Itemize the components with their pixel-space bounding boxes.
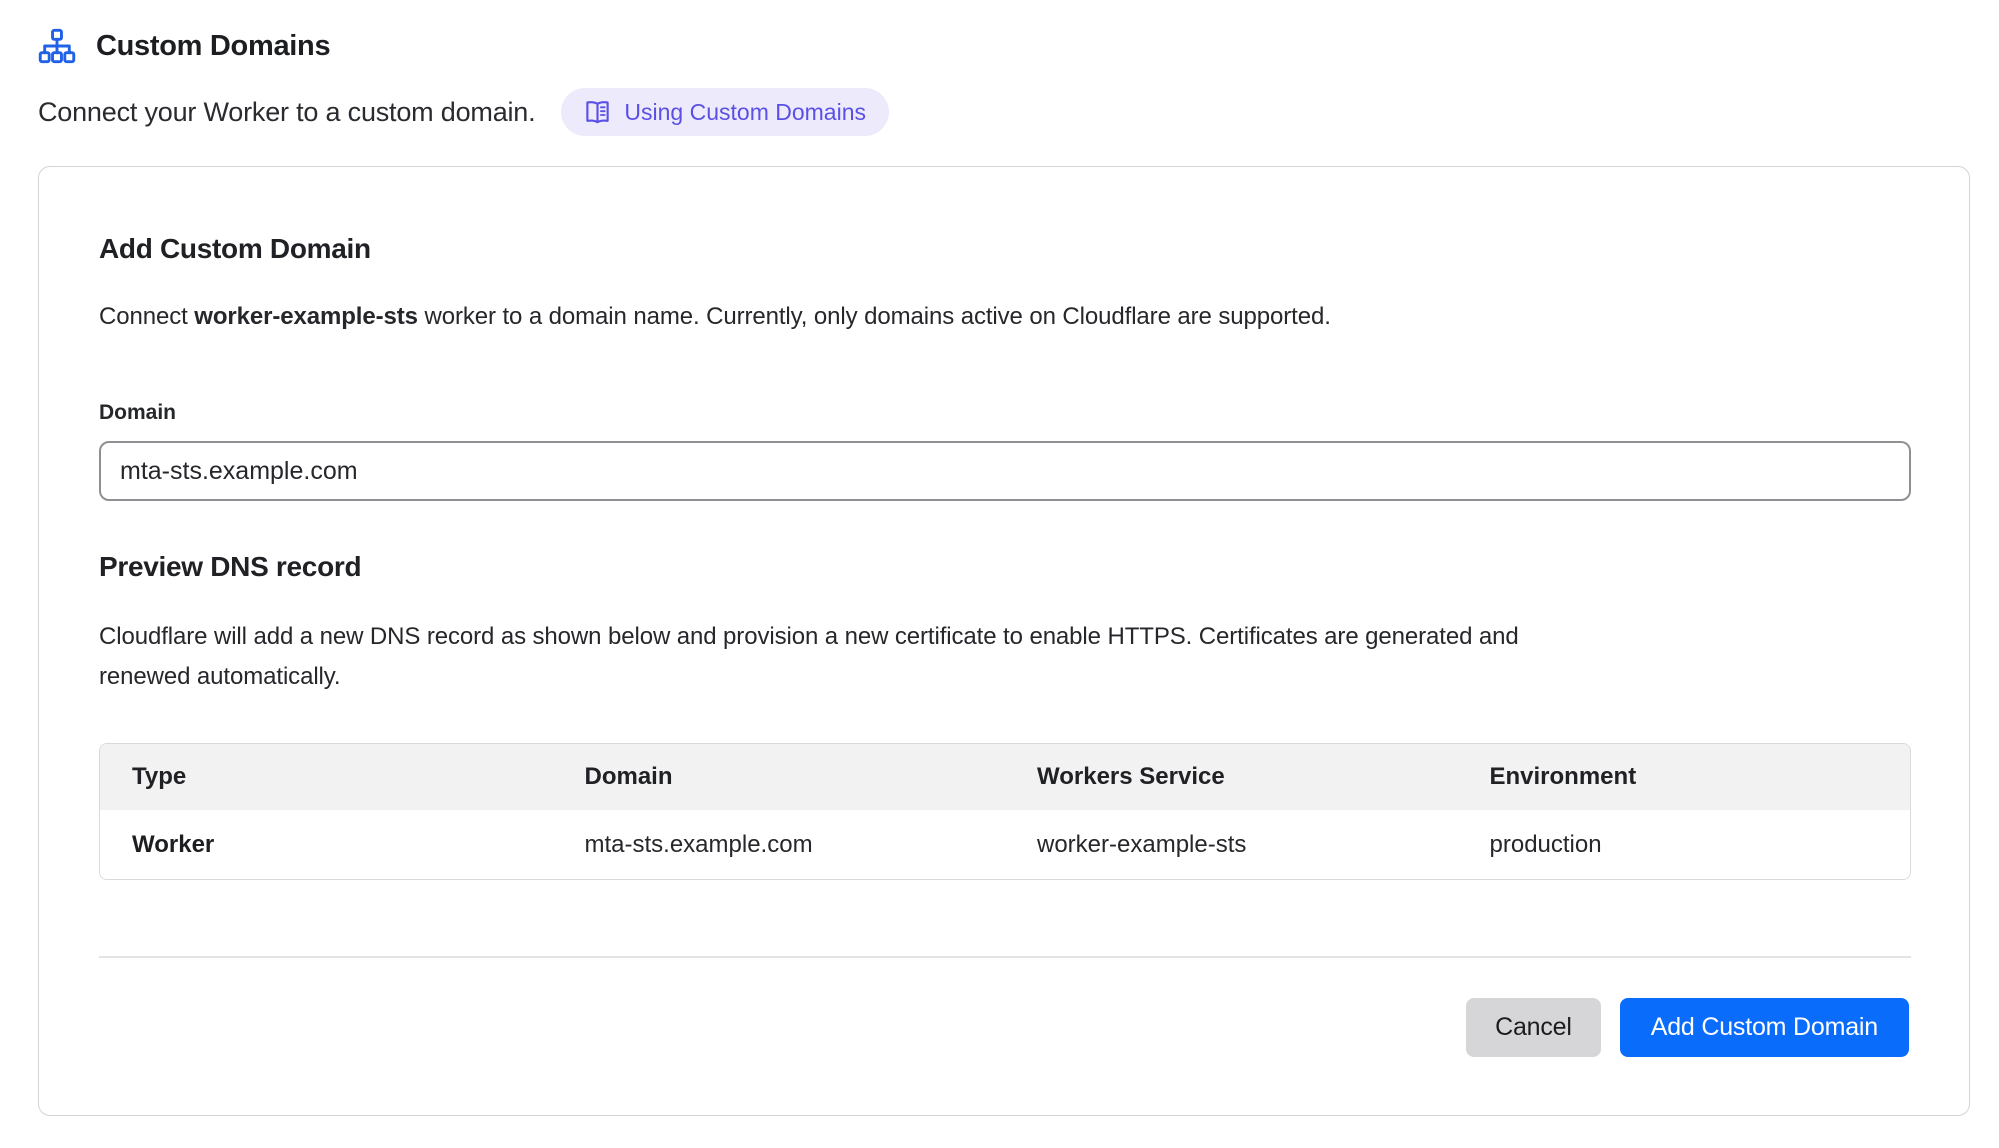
custom-domains-page: Custom Domains Connect your Worker to a … <box>0 0 1999 1116</box>
worker-name: worker-example-sts <box>194 303 418 330</box>
card-spacer <box>99 880 1909 956</box>
preview-dns-heading: Preview DNS record <box>99 551 1909 583</box>
domain-input[interactable] <box>99 441 1911 501</box>
column-header-type: Type <box>100 744 553 810</box>
cell-environment: production <box>1458 810 1911 879</box>
page-title: Custom Domains <box>96 30 330 63</box>
card-description: Connect worker-example-sts worker to a d… <box>99 303 1909 331</box>
footer-divider <box>99 956 1911 958</box>
using-custom-domains-label: Using Custom Domains <box>624 99 866 126</box>
card-description-prefix: Connect <box>99 303 194 330</box>
table-header-row: Type Domain Workers Service Environment <box>100 744 1910 810</box>
column-header-environment: Environment <box>1458 744 1911 810</box>
page-subtitle: Connect your Worker to a custom domain. <box>38 97 535 128</box>
column-header-workers-service: Workers Service <box>1005 744 1458 810</box>
table-row: Worker mta-sts.example.com worker-exampl… <box>100 810 1910 879</box>
card-heading: Add Custom Domain <box>99 233 1909 265</box>
add-custom-domain-button[interactable]: Add Custom Domain <box>1620 998 1909 1057</box>
dns-preview-table: Type Domain Workers Service Environment … <box>99 743 1911 880</box>
page-header: Custom Domains <box>38 28 1961 64</box>
cell-type: Worker <box>100 810 553 879</box>
column-header-domain: Domain <box>553 744 1006 810</box>
sitemap-icon <box>38 28 76 64</box>
book-open-icon <box>584 99 611 126</box>
card-actions: Cancel Add Custom Domain <box>99 998 1909 1057</box>
page-subtitle-row: Connect your Worker to a custom domain. … <box>38 88 1961 136</box>
using-custom-domains-link[interactable]: Using Custom Domains <box>561 88 889 136</box>
cell-workers-service: worker-example-sts <box>1005 810 1458 879</box>
domain-field-label: Domain <box>99 401 1909 425</box>
add-custom-domain-card: Add Custom Domain Connect worker-example… <box>38 166 1970 1116</box>
cancel-button[interactable]: Cancel <box>1466 998 1601 1057</box>
preview-dns-description: Cloudflare will add a new DNS record as … <box>99 617 1569 697</box>
cell-domain: mta-sts.example.com <box>553 810 1006 879</box>
card-description-suffix: worker to a domain name. Currently, only… <box>418 303 1331 330</box>
